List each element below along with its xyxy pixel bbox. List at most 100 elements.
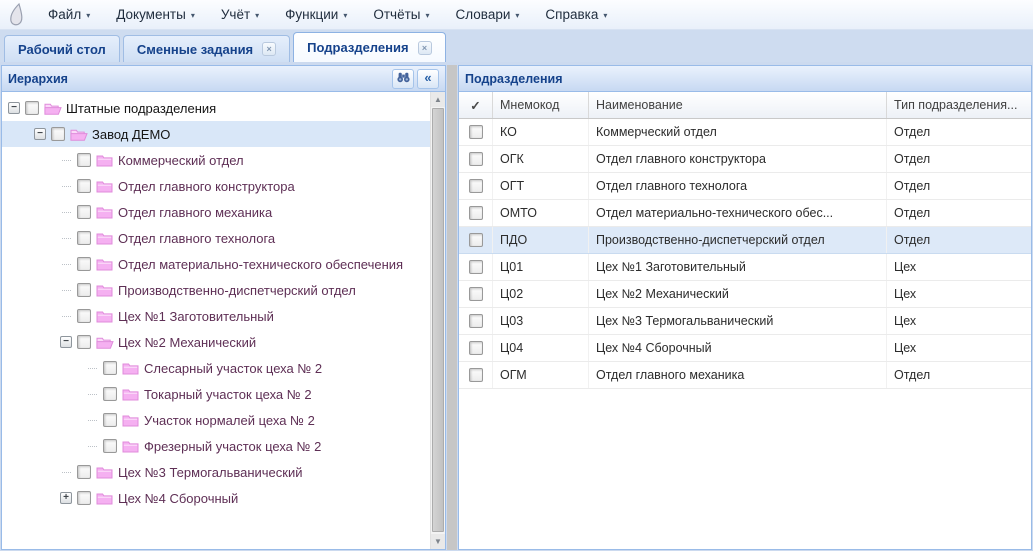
tree-checkbox[interactable] [103,413,117,427]
tab[interactable]: Рабочий стол [4,35,120,62]
tree-checkbox[interactable] [77,335,91,349]
tree-checkbox[interactable] [77,491,91,505]
tree-node-label: Участок нормалей цеха № 2 [144,413,315,428]
tree-checkbox[interactable] [77,179,91,193]
tree-checkbox[interactable] [77,283,91,297]
tree-row[interactable]: Цех №3 Термогальванический [2,459,445,485]
grid-header-name[interactable]: Наименование [589,92,887,118]
tree-row[interactable]: Производственно-диспетчерский отдел [2,277,445,303]
cell-text: Отдел главного конструктора [596,152,766,166]
cell-text: КО [500,125,517,139]
grid-row[interactable]: Ц04Цех №4 СборочныйЦех [459,335,1031,362]
tree-checkbox[interactable] [103,387,117,401]
grid-header-type[interactable]: Тип подразделения... [887,92,1031,118]
menu-item[interactable]: Отчёты▾ [365,4,437,25]
grid-cell-check [459,308,493,334]
hierarchy-panel-tools: « [392,69,439,89]
cell-text: Цех [894,260,916,274]
tree-row[interactable]: Отдел главного конструктора [2,173,445,199]
grid-row[interactable]: Ц03Цех №3 ТермогальваническийЦех [459,308,1031,335]
tree-checkbox[interactable] [51,127,65,141]
grid-cell-check [459,281,493,307]
tree-row[interactable]: −Цех №2 Механический [2,329,445,355]
expander-plus-icon[interactable]: + [60,492,72,504]
tree-connector [62,212,71,213]
tab-close-icon[interactable]: × [262,42,276,56]
menu-item[interactable]: Словари▾ [448,4,528,25]
tree-checkbox[interactable] [103,439,117,453]
row-checkbox[interactable] [469,341,483,355]
tree-checkbox[interactable] [103,361,117,375]
tree-node-label: Отдел главного технолога [118,231,275,246]
tab-close-icon[interactable]: × [418,41,432,55]
tree-checkbox[interactable] [77,231,91,245]
expander-minus-icon[interactable]: − [8,102,20,114]
tree-row[interactable]: Коммерческий отдел [2,147,445,173]
grid-cell-type: Отдел [887,227,1031,253]
panel-splitter[interactable] [447,65,457,550]
menu-item-label: Функции [285,7,338,22]
grid-header-mnemocode[interactable]: Мнемокод [493,92,589,118]
row-checkbox[interactable] [469,287,483,301]
menu-item[interactable]: Документы▾ [108,4,203,25]
row-checkbox[interactable] [469,125,483,139]
grid-row[interactable]: ПДОПроизводственно-диспетчерский отделОт… [459,227,1031,254]
grid-row[interactable]: КОКоммерческий отделОтдел [459,119,1031,146]
tree-checkbox[interactable] [77,309,91,323]
cell-text: Отдел [894,206,930,220]
expander-minus-icon[interactable]: − [34,128,46,140]
grid-header-check-column[interactable]: ✓ [459,92,493,118]
tab[interactable]: Сменные задания × [123,35,290,62]
cell-text: Ц02 [500,287,523,301]
row-checkbox[interactable] [469,206,483,220]
grid-row[interactable]: Ц01Цех №1 ЗаготовительныйЦех [459,254,1031,281]
grid-row[interactable]: ОГТОтдел главного технологаОтдел [459,173,1031,200]
collapse-panel-button[interactable]: « [417,69,439,89]
tree-row[interactable]: Цех №1 Заготовительный [2,303,445,329]
row-checkbox[interactable] [469,179,483,193]
row-checkbox[interactable] [469,260,483,274]
tab[interactable]: Подразделения× [293,32,445,62]
tree-row[interactable]: Отдел материально-технического обеспечен… [2,251,445,277]
tree-node-label: Цех №4 Сборочный [118,491,238,506]
row-checkbox[interactable] [469,368,483,382]
row-checkbox[interactable] [469,314,483,328]
tree-checkbox[interactable] [77,153,91,167]
menu-item[interactable]: Файл▾ [40,4,98,25]
row-checkbox[interactable] [469,233,483,247]
search-button[interactable] [392,69,414,89]
tree-expander-slot [58,472,74,473]
grid-row[interactable]: ОМТООтдел материально-технического обес.… [459,200,1031,227]
tree-connector [62,264,71,265]
grid-row[interactable]: Ц02Цех №2 МеханическийЦех [459,281,1031,308]
tree-row[interactable]: −Штатные подразделения [2,95,445,121]
menu-item[interactable]: Справка▾ [537,4,615,25]
tree-row[interactable]: Участок нормалей цеха № 2 [2,407,445,433]
cell-text: ОГК [500,152,524,166]
tree-checkbox[interactable] [77,465,91,479]
scroll-down-icon[interactable]: ▼ [431,534,445,549]
tree-row[interactable]: −Завод ДЕМО [2,121,445,147]
tree-checkbox[interactable] [77,205,91,219]
menu-item[interactable]: Функции▾ [277,4,355,25]
tab-bar: Рабочий столСменные задания×Подразделени… [0,30,1033,62]
folder-closed-icon [94,284,115,297]
tab-label: Сменные задания [137,42,253,57]
tree-row[interactable]: Токарный участок цеха № 2 [2,381,445,407]
expander-minus-icon[interactable]: − [60,336,72,348]
row-checkbox[interactable] [469,152,483,166]
grid-row[interactable]: ОГКОтдел главного конструктораОтдел [459,146,1031,173]
menu-item[interactable]: Учёт▾ [213,4,267,25]
grid-row[interactable]: ОГМОтдел главного механикаОтдел [459,362,1031,389]
scroll-thumb[interactable] [432,108,444,532]
tree-row[interactable]: + Цех №4 Сборочный [2,485,445,511]
tree-row[interactable]: Фрезерный участок цеха № 2 [2,433,445,459]
tree-row[interactable]: Слесарный участок цеха № 2 [2,355,445,381]
grid-cell-type: Отдел [887,173,1031,199]
tree-row[interactable]: Отдел главного механика [2,199,445,225]
tree-checkbox[interactable] [25,101,39,115]
tree-checkbox[interactable] [77,257,91,271]
scroll-up-icon[interactable]: ▲ [431,92,445,107]
tree-row[interactable]: Отдел главного технолога [2,225,445,251]
tree-scrollbar[interactable]: ▲ ▼ [430,92,445,549]
